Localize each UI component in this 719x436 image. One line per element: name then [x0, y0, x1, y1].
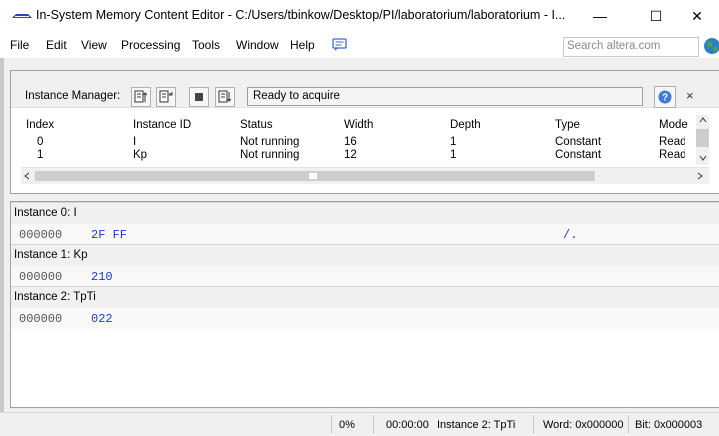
read-data-button[interactable]	[131, 87, 151, 107]
horizontal-scroll-thumb[interactable]	[35, 171, 595, 181]
table-cell[interactable]: 12	[344, 149, 357, 161]
write-data-icon	[159, 90, 173, 103]
status-separator	[373, 415, 374, 433]
table-cell[interactable]: 1	[37, 149, 43, 161]
table-cell[interactable]: Kp	[133, 149, 147, 161]
column-header-depth[interactable]: Depth	[450, 119, 481, 131]
export-icon	[218, 90, 232, 103]
status-separator	[533, 415, 534, 433]
memory-address: 000000	[19, 312, 63, 326]
scroll-down-icon[interactable]	[699, 155, 707, 161]
search-box[interactable]	[563, 37, 699, 57]
menu-file[interactable]: File	[10, 38, 29, 52]
progress-percent: 0%	[339, 419, 355, 431]
close-panel-button[interactable]: ×	[686, 88, 694, 103]
table-cell[interactable]: Constant	[555, 149, 601, 161]
instance-table: Index Instance ID Status Width Depth Typ…	[21, 115, 706, 173]
write-data-button[interactable]	[156, 87, 176, 107]
menu-edit[interactable]: Edit	[46, 38, 67, 52]
help-button[interactable]: ?	[654, 86, 676, 108]
memory-row[interactable]: 000000 210	[11, 266, 719, 287]
stop-icon	[195, 93, 203, 101]
stop-button[interactable]	[189, 87, 209, 107]
app-icon	[12, 14, 32, 18]
read-data-icon	[134, 90, 148, 103]
export-button[interactable]	[215, 87, 235, 107]
scroll-left-icon[interactable]	[24, 172, 30, 180]
column-header-status[interactable]: Status	[240, 119, 273, 131]
instance-header-label: Instance 1: Kp	[14, 249, 88, 261]
scroll-up-icon[interactable]	[699, 117, 707, 123]
column-header-type[interactable]: Type	[555, 119, 580, 131]
table-cell[interactable]: Read	[659, 136, 685, 148]
instance-manager-label: Instance Manager:	[25, 90, 121, 102]
memory-value[interactable]: 210	[91, 270, 113, 284]
left-border	[0, 58, 4, 435]
scroll-grip	[309, 173, 317, 179]
memory-ascii[interactable]: /.	[563, 228, 577, 242]
elapsed-time: 00:00:00	[386, 419, 429, 431]
instance-header[interactable]: Instance 0: I	[11, 202, 719, 225]
menu-view[interactable]: View	[81, 38, 107, 52]
menu-tools[interactable]: Tools	[192, 38, 220, 52]
word-address: Word: 0x000000	[543, 419, 624, 431]
table-cell[interactable]: 0	[37, 136, 43, 148]
bit-address: Bit: 0x000003	[635, 419, 703, 431]
horizontal-scrollbar[interactable]	[21, 167, 709, 184]
memory-row[interactable]: 000000 022	[11, 308, 719, 329]
column-header-index[interactable]: Index	[26, 119, 54, 131]
memory-address: 000000	[19, 270, 63, 284]
instance-header[interactable]: Instance 2: TpTi	[11, 286, 719, 309]
maximize-button[interactable]: ☐	[634, 2, 678, 30]
status-bar: 0% 00:00:00 Instance 2: TpTi Word: 0x000…	[0, 412, 719, 436]
table-cell[interactable]: Read	[659, 149, 685, 161]
memory-value[interactable]: 2F FF	[91, 228, 127, 242]
instance-manager-panel: Instance Manager: Ready to acquire ? × I…	[10, 70, 719, 194]
feedback-icon[interactable]	[332, 38, 347, 52]
column-header-width[interactable]: Width	[344, 119, 373, 131]
scroll-right-icon[interactable]	[697, 172, 703, 180]
memory-content-area: Instance 0: I 000000 2F FF /. Instance 1…	[10, 201, 719, 408]
instance-header[interactable]: Instance 1: Kp	[11, 244, 719, 267]
svg-text:?: ?	[662, 93, 668, 104]
status-text: Ready to acquire	[253, 90, 340, 102]
globe-icon[interactable]	[703, 37, 719, 55]
menu-window[interactable]: Window	[236, 38, 279, 52]
column-header-mode[interactable]: Mode	[659, 119, 689, 131]
status-separator	[331, 415, 332, 433]
window-title: In-System Memory Content Editor - C:/Use…	[36, 8, 566, 22]
help-icon: ?	[658, 90, 672, 104]
instance-header-label: Instance 0: I	[14, 207, 77, 219]
table-cell[interactable]: 1	[450, 136, 456, 148]
memory-row[interactable]: 000000 2F FF /.	[11, 224, 719, 245]
table-cell[interactable]: Constant	[555, 136, 601, 148]
vertical-scrollbar[interactable]	[696, 115, 709, 165]
table-cell[interactable]: 1	[450, 149, 456, 161]
menu-help[interactable]: Help	[290, 38, 315, 52]
minimize-button[interactable]: —	[578, 2, 622, 30]
title-bar: In-System Memory Content Editor - C:/Use…	[0, 0, 719, 32]
status-field: Ready to acquire	[247, 87, 643, 106]
memory-value[interactable]: 022	[91, 312, 113, 326]
table-cell[interactable]: Not running	[240, 136, 299, 148]
vertical-scroll-thumb[interactable]	[696, 129, 709, 147]
table-cell[interactable]: 16	[344, 136, 357, 148]
instance-manager-toolbar: Instance Manager: Ready to acquire ? ×	[11, 71, 719, 108]
status-separator	[628, 415, 629, 433]
close-button[interactable]: ✕	[675, 2, 719, 30]
table-cell[interactable]: Not running	[240, 149, 299, 161]
current-instance: Instance 2: TpTi	[437, 419, 516, 431]
instance-header-label: Instance 2: TpTi	[14, 291, 96, 303]
column-header-instance-id[interactable]: Instance ID	[133, 119, 191, 131]
search-input[interactable]	[564, 38, 698, 54]
table-cell[interactable]: I	[133, 136, 136, 148]
menu-processing[interactable]: Processing	[121, 38, 180, 52]
memory-address: 000000	[19, 228, 63, 242]
